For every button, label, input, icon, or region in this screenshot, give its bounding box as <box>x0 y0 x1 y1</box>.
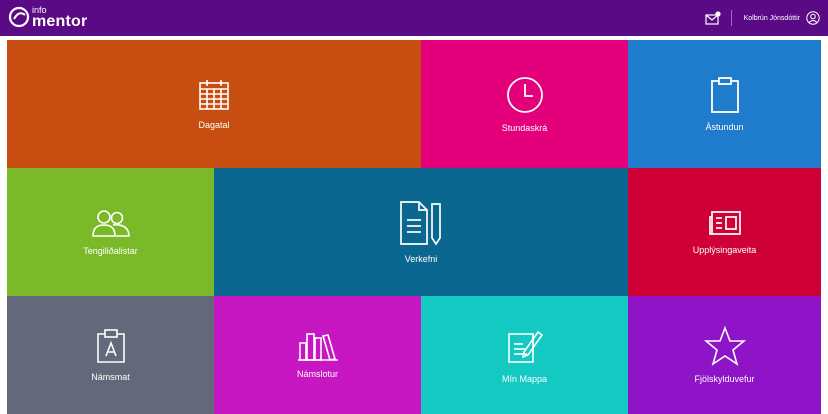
logo-mark-icon <box>8 6 30 28</box>
messages-icon[interactable] <box>704 11 721 25</box>
tile-stundaskra[interactable]: Stundaskrá <box>421 40 628 168</box>
tile-label: Námslotur <box>296 369 338 379</box>
tile-tengilidalistar[interactable]: Tengiliðalistar <box>7 168 214 296</box>
edit-note-icon <box>505 326 545 366</box>
clock-icon <box>505 75 545 115</box>
tile-label: Námsmat <box>91 372 130 382</box>
star-icon <box>703 326 746 366</box>
tile-fjolskylduvefur[interactable]: Fjölskylduvefur <box>628 296 821 414</box>
newspaper-icon <box>707 209 743 237</box>
tile-label: Fjölskylduvefur <box>694 374 755 384</box>
tile-upplysingaveita[interactable]: Upplýsingaveita <box>628 168 821 296</box>
books-icon <box>297 331 339 361</box>
tile-label: Mín Mappa <box>501 374 548 384</box>
user-icon[interactable] <box>806 11 820 25</box>
assessment-clipboard-icon <box>95 328 127 364</box>
tile-label: Upplýsingaveita <box>692 245 757 255</box>
tile-verkefni[interactable]: Verkefni <box>214 168 628 296</box>
user-name[interactable]: Kolbrún Jónsdóttir <box>744 15 800 22</box>
header-right: Kolbrún Jónsdóttir <box>704 0 820 36</box>
clipboard-icon <box>709 76 741 114</box>
header-divider <box>730 10 732 26</box>
infomentor-logo[interactable]: info mentor <box>8 4 87 30</box>
tile-min-mappa[interactable]: Mín Mappa <box>421 296 628 414</box>
logo-text-mentor: mentor <box>32 12 88 30</box>
tile-label: Tengiliðalistar <box>83 246 138 256</box>
calendar-icon <box>197 78 231 112</box>
tile-label: Verkefni <box>404 254 438 264</box>
tile-label: Stundaskrá <box>501 123 548 133</box>
contacts-icon <box>91 208 131 238</box>
tile-namsmat[interactable]: Námsmat <box>7 296 214 414</box>
tile-label: Ástundun <box>705 122 744 132</box>
tile-grid: Dagatal Stundaskrá Ástundun Tengiliðalis… <box>7 40 821 414</box>
tile-namslotur[interactable]: Námslotur <box>214 296 421 414</box>
top-bar: info mentor Kolbrún Jónsdóttir <box>0 0 828 36</box>
tile-dagatal[interactable]: Dagatal <box>7 40 421 168</box>
tile-astundun[interactable]: Ástundun <box>628 40 821 168</box>
tile-label: Dagatal <box>198 120 230 130</box>
document-pencil-icon <box>399 200 443 246</box>
